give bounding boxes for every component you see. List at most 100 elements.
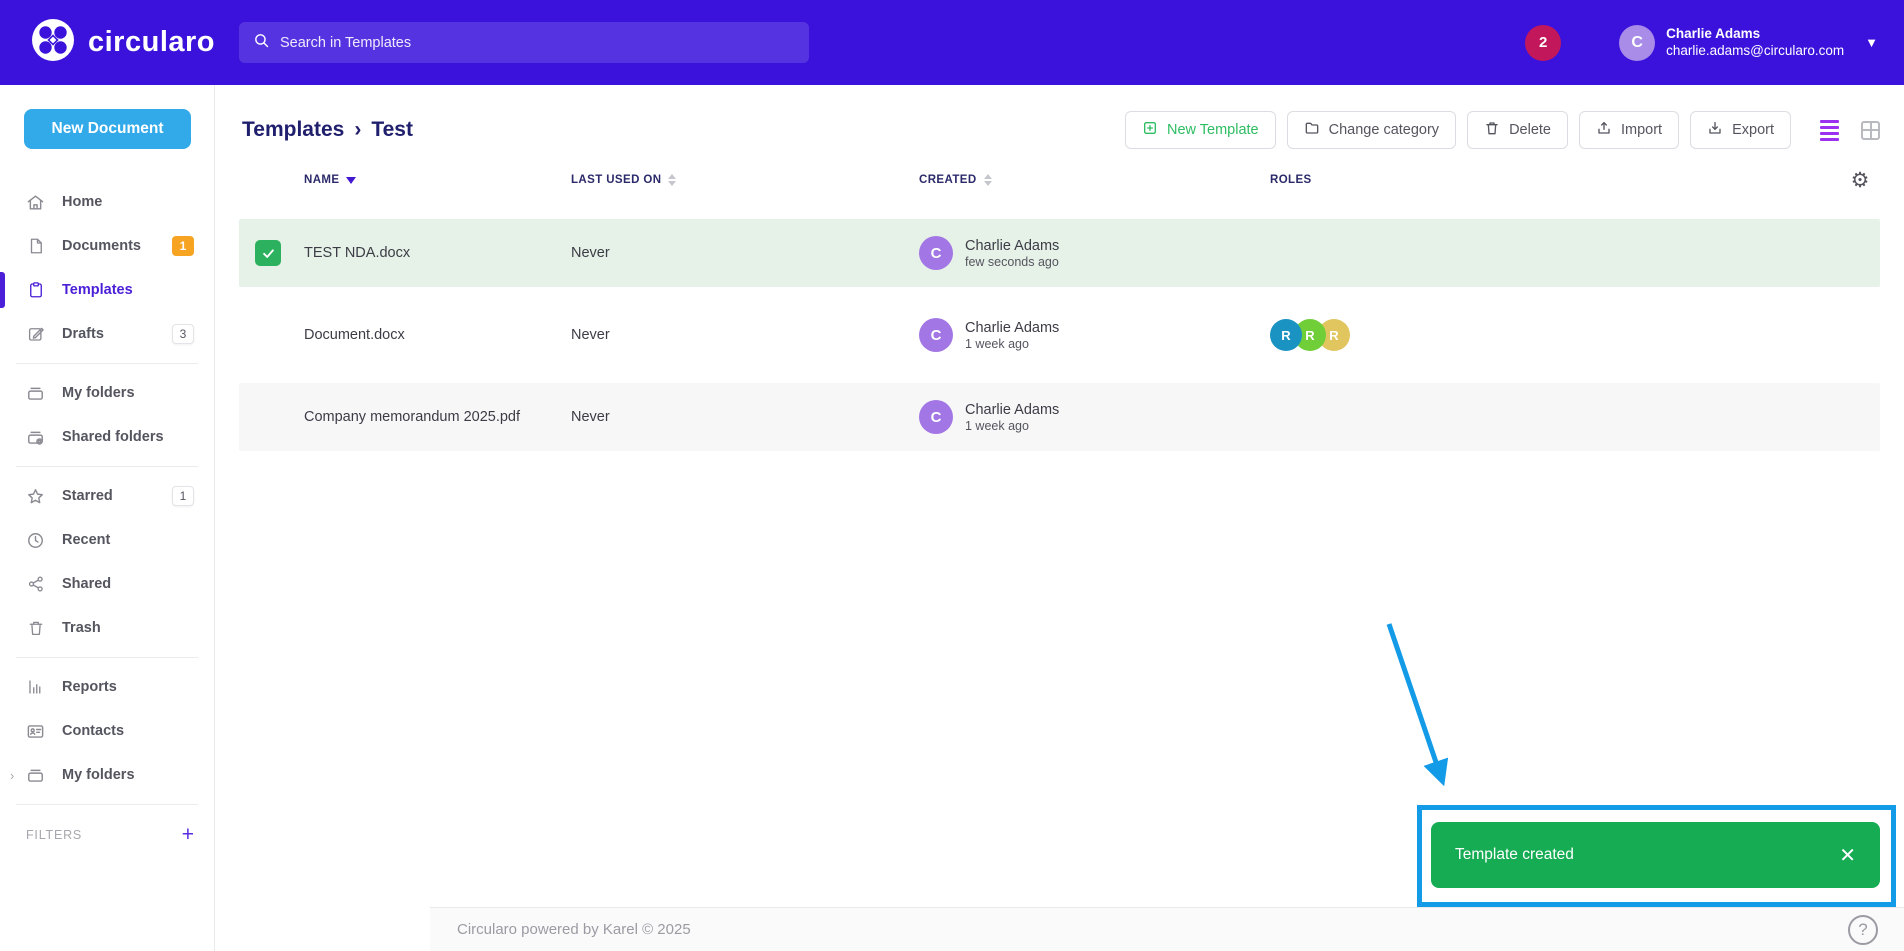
search-icon [253, 32, 270, 54]
clock-icon [26, 531, 45, 550]
sidebar-item-label: Reports [62, 679, 117, 695]
table-row[interactable]: Company memorandum 2025.pdf Never C Char… [239, 383, 1880, 451]
sidebar-item-label: Starred [62, 488, 113, 504]
sidebar-item-shared[interactable]: Shared [0, 562, 214, 606]
change-category-button[interactable]: Change category [1287, 111, 1456, 149]
brand[interactable]: circularo [0, 17, 239, 68]
role-badge[interactable]: R [1270, 319, 1302, 351]
brand-name: circularo [88, 26, 215, 59]
document-icon [26, 237, 45, 256]
import-button[interactable]: Import [1579, 111, 1679, 149]
creator-name: Charlie Adams [965, 319, 1059, 338]
toolbar: New Template Change category Delete [1125, 111, 1880, 149]
sidebar-item-documents[interactable]: Documents 1 [0, 224, 214, 268]
column-header-roles: ROLES [1270, 174, 1840, 186]
upload-icon [1596, 120, 1612, 140]
user-avatar: C [1619, 25, 1655, 61]
sort-icon [668, 174, 676, 186]
creator-name: Charlie Adams [965, 237, 1059, 256]
sidebar-item-label: Shared [62, 576, 111, 592]
user-menu[interactable]: C Charlie Adams charlie.adams@circularo.… [1619, 25, 1878, 61]
list-view-icon[interactable] [1820, 120, 1839, 141]
new-template-button[interactable]: New Template [1125, 111, 1276, 149]
table-row[interactable]: Document.docx Never C Charlie Adams 1 we… [239, 301, 1880, 369]
sidebar-item-drafts[interactable]: Drafts 3 [0, 312, 214, 356]
export-button[interactable]: Export [1690, 111, 1791, 149]
sidebar-nav: Home Documents 1 Templates [0, 180, 214, 845]
help-icon[interactable]: ? [1848, 915, 1878, 945]
chevron-right-icon[interactable]: › [10, 768, 14, 783]
created-cell: C Charlie Adams 1 week ago [919, 400, 1270, 434]
sidebar-item-recent[interactable]: Recent [0, 518, 214, 562]
template-name[interactable]: TEST NDA.docx [304, 245, 571, 261]
last-used-value: Never [571, 245, 919, 261]
sidebar-item-reports[interactable]: Reports [0, 665, 214, 709]
active-indicator [0, 272, 5, 308]
row-checkbox-checked[interactable] [255, 240, 281, 266]
search-input[interactable] [280, 35, 795, 51]
template-name[interactable]: Company memorandum 2025.pdf [304, 409, 571, 425]
import-label: Import [1621, 122, 1662, 138]
view-toggle [1820, 120, 1880, 141]
creator-avatar: C [919, 400, 953, 434]
notification-badge[interactable]: 2 [1525, 25, 1561, 61]
sidebar-item-contacts[interactable]: Contacts [0, 709, 214, 753]
grid-view-icon[interactable] [1861, 121, 1880, 140]
trash-icon [1484, 120, 1500, 140]
template-icon [26, 281, 45, 300]
template-name[interactable]: Document.docx [304, 327, 571, 343]
user-info: Charlie Adams charlie.adams@circularo.co… [1666, 26, 1844, 60]
sidebar-item-home[interactable]: Home [0, 180, 214, 224]
creator-avatar: C [919, 236, 953, 270]
filters-label: FILTERS [26, 828, 82, 842]
sidebar-item-my-folders[interactable]: My folders [0, 371, 214, 415]
star-icon [26, 487, 45, 506]
delete-label: Delete [1509, 122, 1551, 138]
toast-success: Template created ✕ [1431, 822, 1880, 888]
table-header-row: NAME LAST USED ON CREATED ROLES ⚙ [239, 155, 1880, 205]
sidebar-item-label: Recent [62, 532, 110, 548]
column-header-last-used[interactable]: LAST USED ON [571, 174, 919, 186]
sidebar-item-label: Shared folders [62, 429, 164, 445]
user-email: charlie.adams@circularo.com [1666, 43, 1844, 60]
folder-icon [26, 766, 45, 785]
starred-count-badge: 1 [172, 486, 194, 506]
sidebar-item-templates[interactable]: Templates [0, 268, 214, 312]
sidebar-item-label: Home [62, 194, 102, 210]
sidebar-item-label: Contacts [62, 723, 124, 739]
breadcrumb: Templates › Test [242, 118, 413, 142]
search-bar[interactable] [239, 22, 809, 63]
last-used-value: Never [571, 409, 919, 425]
page-header: Templates › Test New Template Change cat… [215, 85, 1904, 149]
toast-close-icon[interactable]: ✕ [1839, 843, 1856, 868]
delete-button[interactable]: Delete [1467, 111, 1568, 149]
sidebar: New Document Home Documents 1 [0, 85, 215, 951]
sidebar-item-label: Templates [62, 282, 133, 298]
add-filter-button[interactable]: + [182, 824, 194, 845]
sidebar-item-shared-folders[interactable]: Shared folders [0, 415, 214, 459]
column-header-name[interactable]: NAME [304, 174, 571, 186]
draft-pencil-icon [26, 325, 45, 344]
filters-section: FILTERS + [0, 812, 214, 845]
bar-chart-icon [26, 678, 45, 697]
user-menu-caret-icon: ▼ [1865, 35, 1878, 50]
sidebar-divider [16, 804, 198, 805]
toast-message: Template created [1455, 846, 1574, 864]
table-settings-gear-icon[interactable]: ⚙ [1840, 168, 1880, 193]
breadcrumb-current: Test [371, 118, 413, 142]
shared-folder-icon [26, 428, 45, 447]
sidebar-item-my-folders-tree[interactable]: › My folders [0, 753, 214, 797]
roles-cell: R R R [1270, 319, 1840, 351]
breadcrumb-templates[interactable]: Templates [242, 118, 344, 142]
sidebar-item-trash[interactable]: Trash [0, 606, 214, 650]
creator-name: Charlie Adams [965, 401, 1059, 420]
table-row[interactable]: TEST NDA.docx Never C Charlie Adams few … [239, 219, 1880, 287]
topbar-right: 2 C Charlie Adams charlie.adams@circular… [1525, 25, 1904, 61]
sidebar-divider [16, 363, 198, 364]
new-document-button[interactable]: New Document [24, 109, 191, 149]
sidebar-item-label: Documents [62, 238, 141, 254]
column-header-created[interactable]: CREATED [919, 174, 1270, 186]
sidebar-item-starred[interactable]: Starred 1 [0, 474, 214, 518]
templates-table: NAME LAST USED ON CREATED ROLES ⚙ [239, 155, 1880, 451]
created-time: 1 week ago [965, 337, 1059, 351]
